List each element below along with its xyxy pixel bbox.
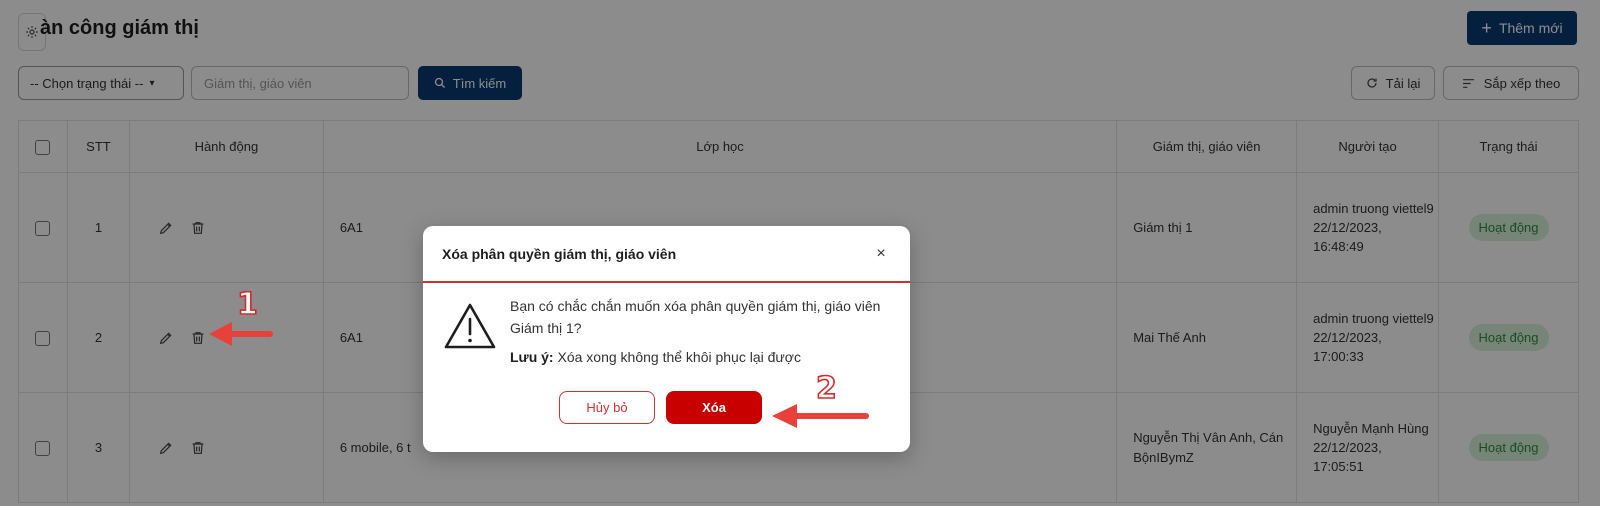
close-icon[interactable]: ×	[871, 245, 891, 263]
dialog-note: Lưu ý: Xóa xong không thể khôi phục lại …	[510, 349, 801, 365]
dialog-message: Bạn có chắc chắn muốn xóa phân quyền giá…	[510, 298, 881, 336]
cancel-button[interactable]: Hủy bỏ	[559, 391, 655, 424]
delete-confirm-dialog: Xóa phân quyền giám thị, giáo viên × Bạn…	[423, 226, 910, 452]
delete-button[interactable]: Xóa	[666, 391, 762, 424]
warning-triangle-icon	[444, 303, 496, 349]
dialog-body: Bạn có chắc chắn muốn xóa phân quyền giá…	[423, 283, 910, 450]
dialog-title: Xóa phân quyền giám thị, giáo viên	[442, 245, 677, 262]
note-text: Xóa xong không thể khôi phục lại được	[553, 349, 801, 365]
note-label: Lưu ý:	[510, 349, 554, 365]
dialog-header: Xóa phân quyền giám thị, giáo viên ×	[423, 226, 910, 283]
